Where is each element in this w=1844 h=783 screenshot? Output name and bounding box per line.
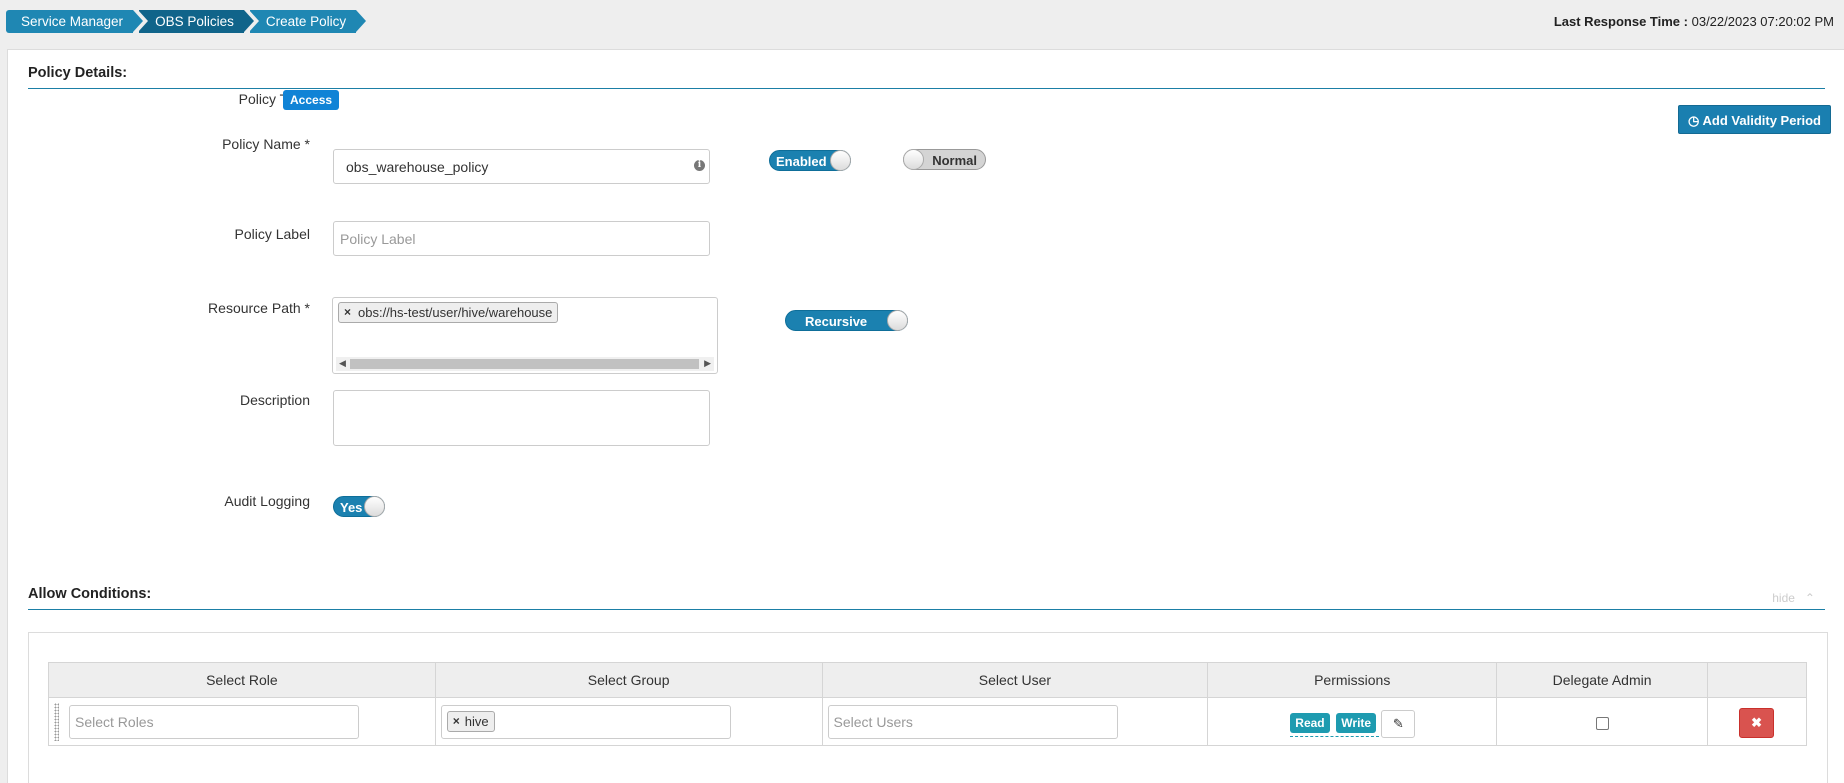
add-validity-period-button[interactable]: ◷ Add Validity Period [1678, 105, 1831, 134]
select-group-cell: × hive [434, 697, 823, 746]
policy-details-title: Policy Details: [28, 65, 128, 81]
select-users-input[interactable]: Select Users [827, 705, 1118, 739]
horizontal-scrollbar[interactable]: ◀ ▶ [336, 357, 714, 371]
toggle-knob [903, 149, 924, 170]
drag-handle[interactable] [54, 703, 59, 741]
audit-logging-toggle[interactable]: Yes [333, 496, 385, 517]
toggle-knob [887, 310, 908, 331]
chevron-up-icon: ⌃ [1798, 591, 1815, 605]
resource-path-tag: × obs://hs-test/user/hive/warehouse [338, 302, 559, 323]
normal-toggle-label: Normal [932, 153, 977, 168]
permission-read-badge: Read [1290, 713, 1330, 733]
resource-path-tag-text: obs://hs-test/user/hive/warehouse [358, 305, 553, 320]
breadcrumb: Service Manager OBS Policies Create Poli… [6, 10, 367, 33]
scrollbar-thumb[interactable] [350, 359, 699, 369]
column-header-permissions: Permissions [1207, 662, 1498, 698]
permissions-underline [1290, 736, 1380, 737]
clock-icon: ◷ [1688, 113, 1700, 128]
audit-logging-toggle-label: Yes [340, 500, 363, 515]
close-icon: ✖ [1751, 715, 1762, 730]
breadcrumb-service-manager[interactable]: Service Manager [6, 10, 144, 33]
select-user-cell: Select Users [821, 697, 1209, 746]
toggle-knob [364, 496, 385, 517]
breadcrumb-obs-policies[interactable]: OBS Policies [138, 10, 254, 33]
policy-name-label: Policy Name * [222, 136, 310, 152]
group-tag-text: hive [464, 714, 489, 729]
hide-link-label: hide [1772, 591, 1795, 605]
last-response-label: Last Response Time : [1553, 14, 1688, 29]
actions-cell: ✖ [1707, 697, 1807, 746]
enabled-toggle-label: Enabled [776, 154, 827, 169]
column-header-select-group: Select Group [434, 662, 823, 698]
column-header-select-user: Select User [821, 662, 1209, 698]
resource-path-input[interactable]: × obs://hs-test/user/hive/warehouse ◀ ▶ [332, 297, 718, 374]
info-icon: i [694, 160, 705, 171]
section-divider [28, 88, 1825, 89]
delegate-admin-cell [1496, 697, 1709, 746]
remove-icon[interactable]: × [344, 303, 351, 322]
section-divider [28, 609, 1825, 610]
delete-row-button[interactable]: ✖ [1739, 708, 1775, 738]
permission-write-badge: Write [1336, 713, 1377, 733]
audit-logging-label: Audit Logging [224, 493, 310, 509]
scroll-right-icon[interactable]: ▶ [704, 358, 711, 369]
column-header-select-role: Select Role [48, 662, 436, 698]
allow-conditions-title: Allow Conditions: [28, 586, 152, 602]
edit-permissions-button[interactable]: ✎ [1381, 710, 1416, 738]
allow-conditions-table: Select Role Select Group Select User Per… [48, 662, 1807, 746]
normal-toggle[interactable]: Normal [903, 149, 986, 170]
remove-icon[interactable]: × [453, 712, 460, 731]
permissions-cell: Read Write ✎ [1207, 697, 1498, 746]
recursive-toggle[interactable]: Recursive [785, 310, 908, 331]
enabled-toggle[interactable]: Enabled [769, 150, 851, 171]
delegate-admin-checkbox[interactable] [1596, 717, 1610, 730]
select-group-input[interactable]: × hive [440, 705, 731, 739]
toggle-knob [830, 150, 851, 171]
policy-name-input[interactable] [333, 149, 710, 184]
policy-label-input[interactable] [333, 221, 710, 256]
scroll-left-icon[interactable]: ◀ [339, 358, 346, 369]
table-header-row: Select Role Select Group Select User Per… [48, 662, 1807, 698]
select-roles-input[interactable]: Select Roles [69, 705, 359, 739]
hide-link[interactable]: hide ⌃ [1772, 591, 1815, 605]
policy-label-label: Policy Label [234, 226, 311, 242]
breadcrumb-create-policy[interactable]: Create Policy [248, 10, 367, 33]
table-row: Select Roles × hive Select Users Read Wr… [48, 697, 1807, 746]
recursive-toggle-label: Recursive [805, 314, 868, 329]
last-response-time: Last Response Time : 03/22/2023 07:20:02… [1554, 14, 1834, 29]
top-bar: Service Manager OBS Policies Create Poli… [0, 0, 1844, 48]
policy-type-label: Policy Type [238, 91, 310, 107]
last-response-value: 03/22/2023 07:20:02 PM [1691, 14, 1834, 29]
group-tag: × hive [446, 711, 495, 732]
pencil-icon: ✎ [1392, 716, 1404, 731]
description-textarea[interactable] [333, 390, 710, 446]
description-label: Description [239, 392, 310, 408]
add-validity-label: Add Validity Period [1702, 113, 1821, 128]
column-header-delegate-admin: Delegate Admin [1496, 662, 1709, 698]
column-header-actions [1707, 662, 1807, 698]
main-panel: Policy Details: Policy Type Access ◷ Add… [7, 49, 1844, 783]
policy-type-badge: Access [283, 90, 340, 110]
resource-path-label: Resource Path * [208, 300, 310, 316]
select-role-cell: Select Roles [48, 697, 436, 746]
